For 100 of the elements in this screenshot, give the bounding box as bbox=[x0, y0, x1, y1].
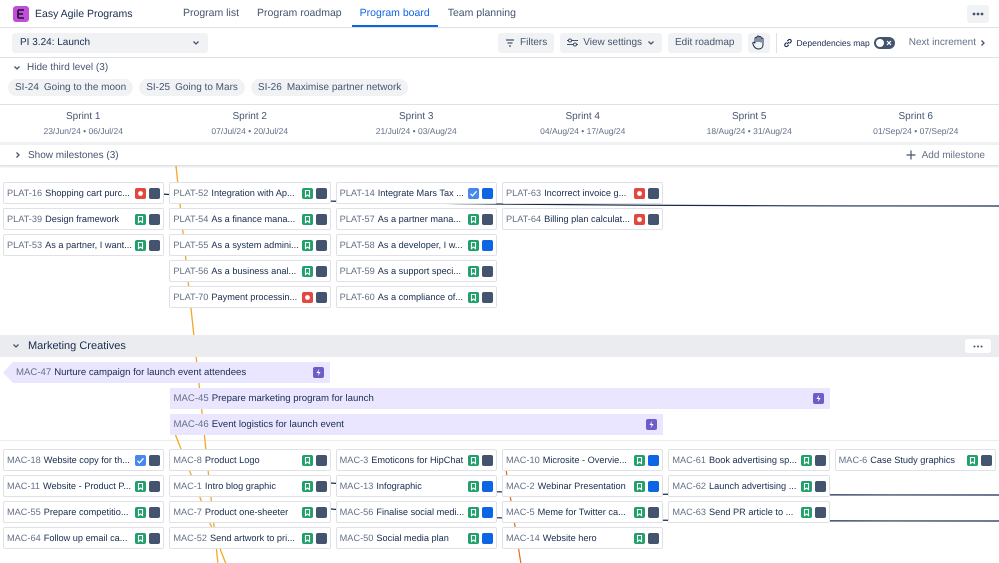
initiative-key: SI-24 bbox=[15, 82, 39, 93]
issue-card[interactable]: PLAT-56 As a business anal... bbox=[169, 260, 331, 282]
issue-title: Website hero bbox=[542, 533, 598, 543]
lightning-icon bbox=[313, 367, 324, 378]
issue-card[interactable]: MAC-56 Finalise social medi... bbox=[336, 501, 497, 523]
issue-key: PLAT-59 bbox=[340, 266, 375, 276]
issue-card[interactable]: MAC-6 Case Study graphics bbox=[834, 449, 996, 471]
feature-bar[interactable]: MAC-47 Nurture campaign for launch event attendees bbox=[3, 362, 330, 383]
chevron-right-icon bbox=[14, 151, 22, 159]
initiative-title: Maximise partner network bbox=[286, 82, 402, 93]
issue-card[interactable]: MAC-18 Website copy for th... bbox=[3, 449, 164, 471]
issue-card[interactable]: PLAT-63 Incorrect invoice g... bbox=[502, 182, 664, 204]
issue-key: MAC-11 bbox=[7, 481, 40, 491]
issue-key: PLAT-54 bbox=[173, 214, 208, 224]
add-milestone-button[interactable]: Add milestone bbox=[906, 150, 985, 160]
issue-key: MAC-64 bbox=[7, 533, 41, 543]
issue-key: PLAT-60 bbox=[340, 292, 375, 302]
issue-card[interactable]: PLAT-14 Integrate Mars Tax ... bbox=[336, 182, 497, 204]
issue-card[interactable]: MAC-5 Meme for Twitter ca... bbox=[502, 501, 664, 523]
nav-tab[interactable]: Program list bbox=[175, 0, 248, 27]
issue-key: PLAT-64 bbox=[506, 214, 542, 224]
nav-tab[interactable]: Team planning bbox=[440, 0, 524, 27]
team-more-button[interactable] bbox=[965, 339, 991, 353]
sprint-name: Sprint 5 bbox=[732, 111, 766, 122]
nav-tab[interactable]: Program board bbox=[352, 0, 438, 27]
link-icon bbox=[782, 38, 792, 48]
issue-key: MAC-3 bbox=[340, 455, 368, 465]
issue-title: Intro blog graphic bbox=[204, 481, 277, 491]
issue-title: Emoticons for HipChat bbox=[371, 455, 464, 465]
cross-icon bbox=[886, 40, 892, 46]
filters-button[interactable]: Filters bbox=[498, 32, 554, 52]
issue-key: PLAT-58 bbox=[340, 240, 375, 250]
issue-card[interactable]: MAC-7 Product one-sheeter bbox=[169, 501, 331, 523]
issue-title: As a system admini... bbox=[211, 240, 299, 250]
issue-card[interactable]: MAC-64 Follow up email ca... bbox=[3, 527, 164, 549]
issue-card[interactable]: PLAT-58 As a developer, I w... bbox=[336, 234, 497, 256]
initiative-chip[interactable]: SI-26 Maximise partner network bbox=[250, 79, 408, 96]
issue-card[interactable]: PLAT-70 Payment processin... bbox=[169, 286, 331, 308]
feature-title: Prepare marketing program for launch bbox=[212, 393, 375, 404]
issue-card[interactable]: MAC-13 Infographic bbox=[336, 475, 497, 497]
issue-key: MAC-1 bbox=[173, 481, 202, 491]
issue-card[interactable]: PLAT-39 Design framework bbox=[3, 208, 164, 230]
issue-card[interactable]: MAC-63 Send PR article to ... bbox=[668, 501, 830, 523]
issue-card[interactable]: PLAT-60 As a compliance of... bbox=[336, 286, 497, 308]
issue-key: MAC-7 bbox=[173, 507, 202, 517]
more-button[interactable] bbox=[967, 4, 989, 22]
issue-card[interactable]: MAC-2 Webinar Presentation bbox=[502, 475, 664, 497]
issue-title: Shopping cart purc... bbox=[45, 188, 131, 198]
issue-card[interactable]: MAC-11 Website - Product P... bbox=[3, 475, 164, 497]
issue-key: PLAT-56 bbox=[173, 266, 208, 276]
issue-key: PLAT-16 bbox=[7, 188, 42, 198]
issue-card[interactable]: PLAT-54 As a finance mana... bbox=[169, 208, 331, 230]
edit-roadmap-button[interactable]: Edit roadmap bbox=[668, 32, 742, 52]
plus-icon bbox=[906, 150, 916, 160]
issue-card[interactable]: MAC-10 Microsite - Overvie... bbox=[502, 449, 664, 471]
sprint-dates: 07/Jul/24 • 20/Jul/24 bbox=[211, 126, 288, 136]
increment-select[interactable]: PI 3.24: Launch bbox=[12, 32, 208, 52]
issue-key: PLAT-57 bbox=[340, 214, 375, 224]
dependencies-map-toggle[interactable] bbox=[874, 36, 895, 48]
issue-card[interactable]: MAC-55 Prepare competitio... bbox=[3, 501, 164, 523]
feature-bar[interactable]: MAC-46 Event logistics for launch event bbox=[170, 414, 663, 435]
issue-card[interactable]: PLAT-52 Integration with Ap... bbox=[169, 182, 331, 204]
feature-bar[interactable]: MAC-45 Prepare marketing program for launch bbox=[170, 388, 830, 409]
issue-title: Send PR article to ... bbox=[709, 507, 794, 517]
chevron-down-icon bbox=[647, 38, 656, 46]
issue-card[interactable]: PLAT-57 As a partner mana... bbox=[336, 208, 497, 230]
issue-card[interactable]: MAC-14 Website hero bbox=[502, 527, 664, 549]
team-collapse-toggle[interactable] bbox=[12, 342, 20, 350]
hide-third-level-toggle[interactable]: Hide third level (3) bbox=[13, 62, 986, 73]
issue-card[interactable]: MAC-62 Launch advertising ... bbox=[668, 475, 830, 497]
issue-card[interactable]: MAC-8 Product Logo bbox=[169, 449, 331, 471]
sprint-dates: 18/Aug/24 • 31/Aug/24 bbox=[706, 126, 792, 136]
feature-key: MAC-47 bbox=[16, 367, 52, 378]
issue-card[interactable]: PLAT-53 As a partner, I want... bbox=[3, 234, 164, 256]
show-milestones-toggle[interactable]: Show milestones (3) bbox=[14, 150, 119, 160]
issue-card[interactable]: MAC-50 Social media plan bbox=[336, 527, 497, 549]
issue-title: Social media plan bbox=[376, 533, 450, 543]
hand-tool-button[interactable] bbox=[748, 32, 770, 52]
issue-card[interactable]: MAC-52 Send artwork to pri... bbox=[169, 527, 331, 549]
initiative-title: Going to the moon bbox=[44, 82, 126, 93]
issue-card[interactable]: PLAT-16 Shopping cart purc... bbox=[3, 182, 164, 204]
issue-card[interactable]: MAC-3 Emoticons for HipChat bbox=[336, 449, 497, 471]
issue-title: Integration with Ap... bbox=[211, 188, 296, 198]
issue-key: MAC-61 bbox=[672, 455, 706, 465]
issue-key: PLAT-55 bbox=[173, 240, 208, 250]
initiative-chip[interactable]: SI-24 Going to the moon bbox=[8, 79, 134, 96]
next-increment-button[interactable]: Next increment bbox=[908, 37, 987, 48]
nav-tab[interactable]: Program roadmap bbox=[249, 0, 350, 27]
lightning-icon bbox=[812, 393, 824, 404]
initiative-chip[interactable]: SI-25 Going to Mars bbox=[139, 79, 245, 96]
issue-title: Website - Product P... bbox=[43, 481, 132, 491]
issue-card[interactable]: PLAT-59 As a support speci... bbox=[336, 260, 497, 282]
issue-card[interactable]: MAC-61 Book advertising sp... bbox=[668, 449, 830, 471]
view-settings-button[interactable]: View settings bbox=[560, 32, 662, 52]
issue-title: Design framework bbox=[45, 214, 120, 224]
dependencies-map-label: Dependencies map bbox=[796, 38, 870, 48]
issue-key: MAC-6 bbox=[838, 455, 868, 465]
issue-card[interactable]: PLAT-55 As a system admini... bbox=[169, 234, 331, 256]
issue-card[interactable]: MAC-1 Intro blog graphic bbox=[169, 475, 331, 497]
issue-card[interactable]: PLAT-64 Billing plan calculat... bbox=[502, 208, 664, 230]
